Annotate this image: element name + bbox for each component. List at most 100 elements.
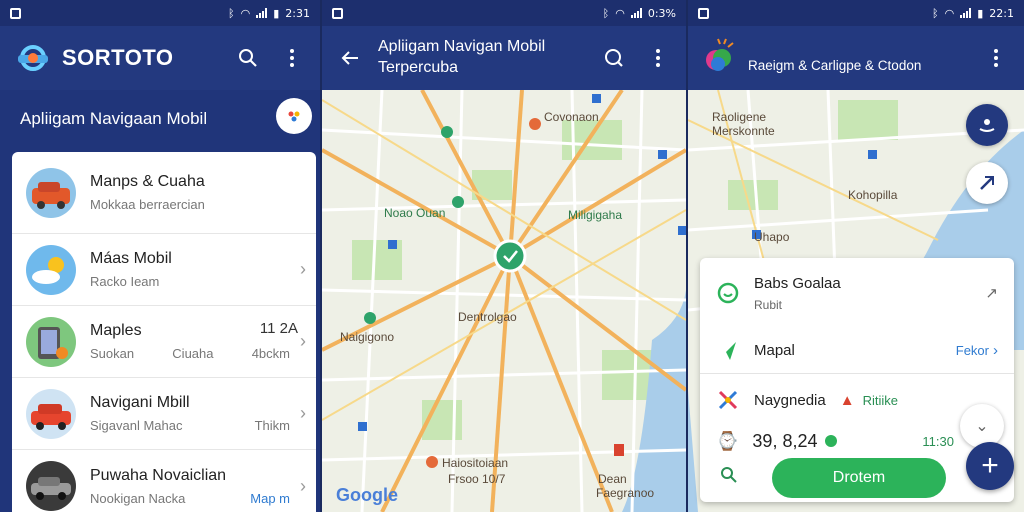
map-place-label: Kohopilla	[848, 188, 898, 202]
bluetooth-icon: ᛒ	[602, 6, 610, 20]
app-bar: Raeigm & Carligpe & Ctodon	[688, 26, 1024, 90]
device-thumbnail	[26, 316, 76, 367]
chevron-right-icon: ›	[993, 342, 998, 359]
screen-list: ᛒ ◠ ▮ 2:31 SORTOTO Apliigam Navigaan Mob…	[0, 0, 320, 512]
bluetooth-icon: ᛒ	[932, 6, 939, 20]
compass-button[interactable]	[966, 162, 1008, 204]
weather-thumbnail	[26, 244, 76, 295]
panel-row4-value: 39, 8,24	[752, 430, 818, 451]
panel-row-1[interactable]: Babs Goalaa Rubit ↗	[700, 258, 1014, 328]
status-bar: ᛒ ◠ 0:3%	[322, 0, 686, 26]
list-item[interactable]: Puwaha Novaiclian Nookigan Nacka Map m ›	[12, 450, 316, 512]
route-panel: Babs Goalaa Rubit ↗ Mapal Fekor › Naygne…	[700, 258, 1014, 502]
list-item[interactable]: Navigani Mbill Sigavanl Mahac Thikm ›	[12, 378, 316, 450]
chevron-right-icon: ›	[300, 403, 306, 423]
panel-row3-tag: Ritiike	[862, 392, 898, 408]
share-icon[interactable]: ↗	[985, 284, 998, 302]
wifi-icon: ◠	[944, 6, 955, 20]
item-subtitle: Suokan	[90, 346, 135, 361]
item-subtitle-mid: Ciuaha	[172, 346, 214, 361]
car-thumbnail	[26, 167, 76, 218]
map-place-label: Covonaon	[544, 110, 599, 124]
navigate-icon	[980, 176, 994, 190]
list-item[interactable]: Maples Suokan Ciuaha 4bckm 11 2A ›	[12, 306, 316, 378]
battery-icon: ▮	[977, 6, 984, 20]
more-menu-icon[interactable]	[982, 44, 1010, 72]
screen-map: ᛒ ◠ 0:3% Apliigam Navigan Mobil Terpercu…	[322, 0, 686, 512]
expand-button[interactable]: ⌄	[960, 404, 1004, 448]
status-time: 2:31	[285, 6, 310, 20]
panel-row3-label: Naygnedia	[754, 391, 826, 409]
list-item[interactable]: Máas Mobil Racko Ieam ›	[12, 234, 316, 306]
map-place-label: Noao Ouan	[384, 206, 446, 220]
more-menu-icon[interactable]	[644, 44, 672, 72]
signal-icon	[630, 8, 642, 18]
chevron-right-icon: ›	[300, 259, 306, 279]
pin-icon: ▲	[839, 391, 855, 409]
map-view[interactable]: Covonaon Noao Ouan Miligigaha Dentrolgao…	[322, 90, 686, 512]
map-place-label: Merskonnte	[712, 124, 775, 138]
item-subtitle: Nookigan Nacka	[90, 490, 186, 506]
item-subtitle: Sigavanl Mahac	[90, 418, 183, 433]
item-time: 11 2A	[259, 320, 298, 337]
item-title: Manps & Cuaha	[90, 173, 205, 190]
map-title: Apliigam Navigan Mobil	[378, 38, 546, 56]
map-place-label: Frsoo 10/7	[448, 472, 506, 486]
more-menu-icon[interactable]	[278, 44, 306, 72]
map-place-label: Naigigono	[340, 330, 395, 344]
add-button[interactable]: +	[966, 442, 1014, 490]
chevron-right-icon: ›	[300, 331, 306, 351]
status-time: 0:3%	[647, 6, 676, 20]
colors-button[interactable]	[276, 98, 312, 134]
item-subtitle: Racko Ieam	[90, 274, 160, 289]
panel-row4-right: 11:30	[922, 433, 954, 449]
panel-row-2[interactable]: Mapal Fekor ›	[700, 328, 1014, 374]
map-canvas	[322, 90, 686, 512]
chevron-down-icon: ⌄	[975, 418, 989, 435]
app-bar: Apliigam Navigan Mobil Terpercuba	[322, 26, 686, 90]
green-dot-icon	[825, 435, 838, 447]
status-smile-icon	[717, 282, 739, 304]
section-subtitle: Apliigam Navigaan Mobil	[20, 109, 208, 128]
panel-row2-label: Mapal	[754, 342, 795, 359]
map-subtitle: Terpercuba	[378, 59, 459, 76]
map-place-label: Uhapo	[754, 230, 790, 244]
item-title: Máas Mobil	[90, 250, 172, 267]
location-button[interactable]	[966, 104, 1008, 146]
item-title: Navigani Mbill	[90, 394, 190, 411]
item-subtitle: Mokkaa berraercian	[90, 197, 205, 212]
map-arrow-icon	[718, 341, 736, 360]
status-bar: ᛒ ◠ ▮ 2:31	[0, 0, 320, 26]
status-bar: ᛒ ◠ ▮ 22:1	[688, 0, 1024, 26]
map-place-label: Haiositoiaan	[442, 456, 509, 470]
route-title: Raeigm & Carligpe & Ctodon	[748, 57, 922, 73]
item-title: Puwaha Novaiclian	[90, 466, 227, 484]
bluetooth-icon: ᛒ	[228, 6, 235, 20]
list-item[interactable]: Manps & Cuaha Mokkaa berraercian	[12, 152, 316, 234]
map-place-label: Raoligene	[712, 110, 767, 124]
search-icon[interactable]	[720, 466, 738, 489]
start-button[interactable]: Drotem	[772, 458, 946, 498]
item-link[interactable]: Map m	[250, 491, 290, 506]
status-time: 22:1	[989, 6, 1014, 20]
chevron-right-icon: ›	[300, 475, 306, 496]
google-logo: Google	[336, 485, 398, 505]
signal-icon	[256, 8, 268, 18]
panel-row2-link[interactable]: Fekor	[956, 343, 989, 358]
app-logo-icon	[706, 38, 734, 71]
map-place-label: Dentrolgao	[458, 310, 517, 324]
back-arrow-icon[interactable]	[336, 44, 364, 72]
map-place-label: Faegranoo	[596, 486, 655, 500]
item-list: Manps & Cuaha Mokkaa berraercian Máas Mo…	[12, 152, 316, 512]
palette-icon	[288, 111, 300, 122]
panel-row1-sub: Rubit	[754, 297, 783, 312]
search-icon[interactable]	[600, 44, 628, 72]
wifi-icon: ◠	[615, 6, 625, 20]
speed-icon: ⌚	[716, 430, 739, 451]
car-thumbnail	[26, 461, 76, 511]
notification-icon	[698, 7, 709, 19]
item-distance: 4bckm	[251, 346, 290, 361]
panel-row1-title: Babs Goalaa	[754, 274, 841, 292]
item-distance: Thikm	[254, 418, 290, 433]
search-icon[interactable]	[234, 44, 262, 72]
